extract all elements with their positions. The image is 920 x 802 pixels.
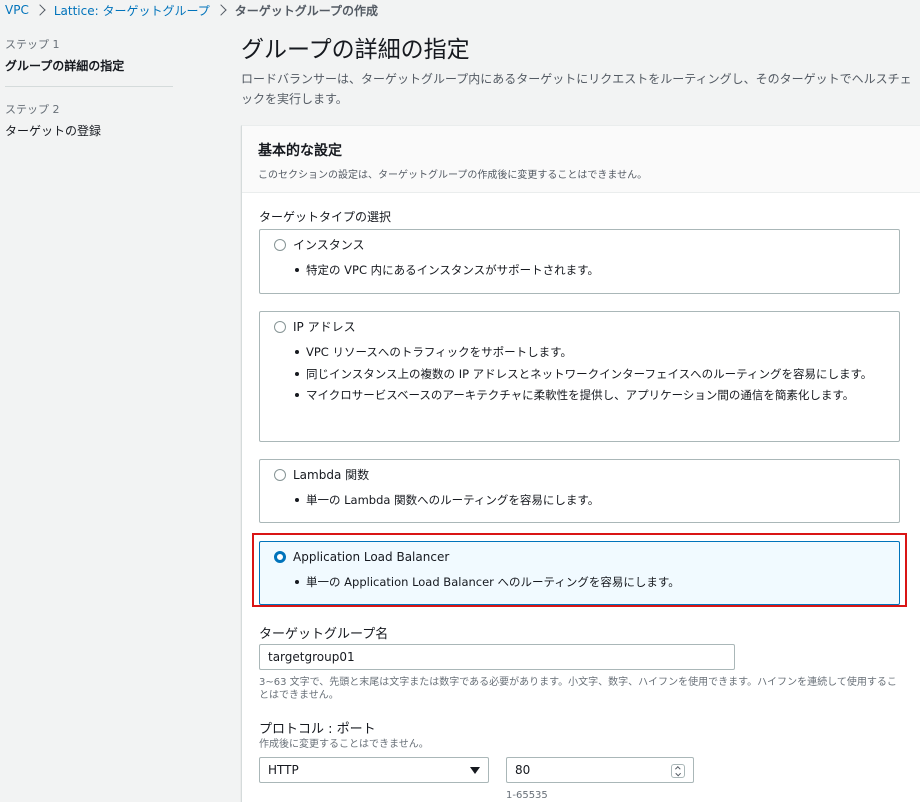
step-number: ステップ 2: [5, 103, 60, 116]
option-title: IP アドレス: [293, 320, 356, 334]
target-type-label: ターゲットタイプの選択: [259, 210, 392, 224]
panel-title: 基本的な設定: [258, 143, 342, 159]
breadcrumb-current: ターゲットグループの作成: [234, 3, 379, 18]
panel-description: このセクションの設定は、ターゲットグループの作成後に変更することはできません。: [258, 170, 648, 181]
protocol-select-value: HTTP: [268, 763, 299, 777]
option-bullets: 特定の VPC 内にあるインスタンスがサポートされます。: [274, 259, 885, 281]
option-bullets: VPC リソースへのトラフィックをサポートします。 同じインスタンス上の複数の …: [274, 341, 885, 406]
wizard-step-2[interactable]: ステップ 2 ターゲットの登録: [5, 86, 173, 151]
protocol-select[interactable]: HTTP: [259, 757, 489, 783]
bullet-item: 特定の VPC 内にあるインスタンスがサポートされます。: [295, 259, 885, 281]
bullet-item: マイクロサービスベースのアーキテクチャに柔軟性を提供し、アプリケーション間の通信…: [295, 384, 885, 406]
wizard-steps: ステップ 1 グループの詳細の指定 ステップ 2 ターゲットの登録: [5, 36, 173, 151]
caret-down-icon: [470, 766, 480, 774]
panel-header: 基本的な設定 このセクションの設定は、ターゲットグループの作成後に変更することは…: [242, 126, 920, 193]
breadcrumb-link-lattice-target-groups[interactable]: Lattice: ターゲットグループ: [54, 2, 210, 19]
option-title: インスタンス: [293, 238, 365, 252]
option-bullets: 単一の Lambda 関数へのルーティングを容易にします。: [274, 489, 885, 511]
page-description: ロードバランサーは、ターゲットグループ内にあるターゲットにリクエストをルーティン…: [241, 72, 912, 106]
radio-button[interactable]: [274, 469, 286, 481]
target-type-option-instance[interactable]: インスタンス 特定の VPC 内にあるインスタンスがサポートされます。: [259, 229, 900, 294]
wizard-step-1: ステップ 1 グループの詳細の指定: [5, 36, 173, 86]
target-group-name-label: ターゲットグループ名: [259, 627, 389, 642]
page-title: グループの詳細の指定: [241, 37, 470, 63]
protocol-port-description: 作成後に変更することはできません。: [259, 739, 429, 750]
breadcrumb: VPC Lattice: ターゲットグループ ターゲットグループの作成: [5, 0, 378, 20]
radio-button[interactable]: [274, 321, 286, 333]
step-title: グループの詳細の指定: [5, 59, 125, 73]
highlight-box: [252, 533, 907, 607]
target-group-name-hint: 3~63 文字で、先頭と末尾は文字または数字である必要があります。小文字、数字、…: [259, 677, 897, 701]
port-input-value: 80: [515, 763, 531, 777]
page-header: グループの詳細の指定 ロードバランサーは、ターゲットグループ内にあるターゲットに…: [241, 34, 920, 109]
radio-button[interactable]: [274, 239, 286, 251]
step-number: ステップ 1: [5, 38, 60, 51]
bullet-item: VPC リソースへのトラフィックをサポートします。: [295, 341, 885, 363]
option-title: Lambda 関数: [293, 468, 370, 482]
chevron-right-icon: [34, 4, 46, 16]
target-type-option-lambda[interactable]: Lambda 関数 単一の Lambda 関数へのルーティングを容易にします。: [259, 459, 900, 523]
chevron-right-icon: [215, 4, 227, 16]
bullet-item: 単一の Lambda 関数へのルーティングを容易にします。: [295, 489, 885, 511]
stepper-icon[interactable]: [671, 764, 685, 778]
target-group-name-input[interactable]: targetgroup01: [259, 644, 735, 670]
port-input[interactable]: 80: [506, 757, 694, 783]
breadcrumb-link-vpc[interactable]: VPC: [5, 3, 29, 17]
port-range-hint: 1-65535: [506, 790, 548, 801]
bullet-item: 同じインスタンス上の複数の IP アドレスとネットワークインターフェイスへのルー…: [295, 363, 885, 384]
protocol-port-label: プロトコル : ポート: [259, 722, 376, 737]
basic-settings-panel: 基本的な設定 このセクションの設定は、ターゲットグループの作成後に変更することは…: [241, 125, 920, 802]
target-type-option-ip-address[interactable]: IP アドレス VPC リソースへのトラフィックをサポートします。 同じインスタ…: [259, 311, 900, 442]
step-title: ターゲットの登録: [5, 124, 102, 138]
